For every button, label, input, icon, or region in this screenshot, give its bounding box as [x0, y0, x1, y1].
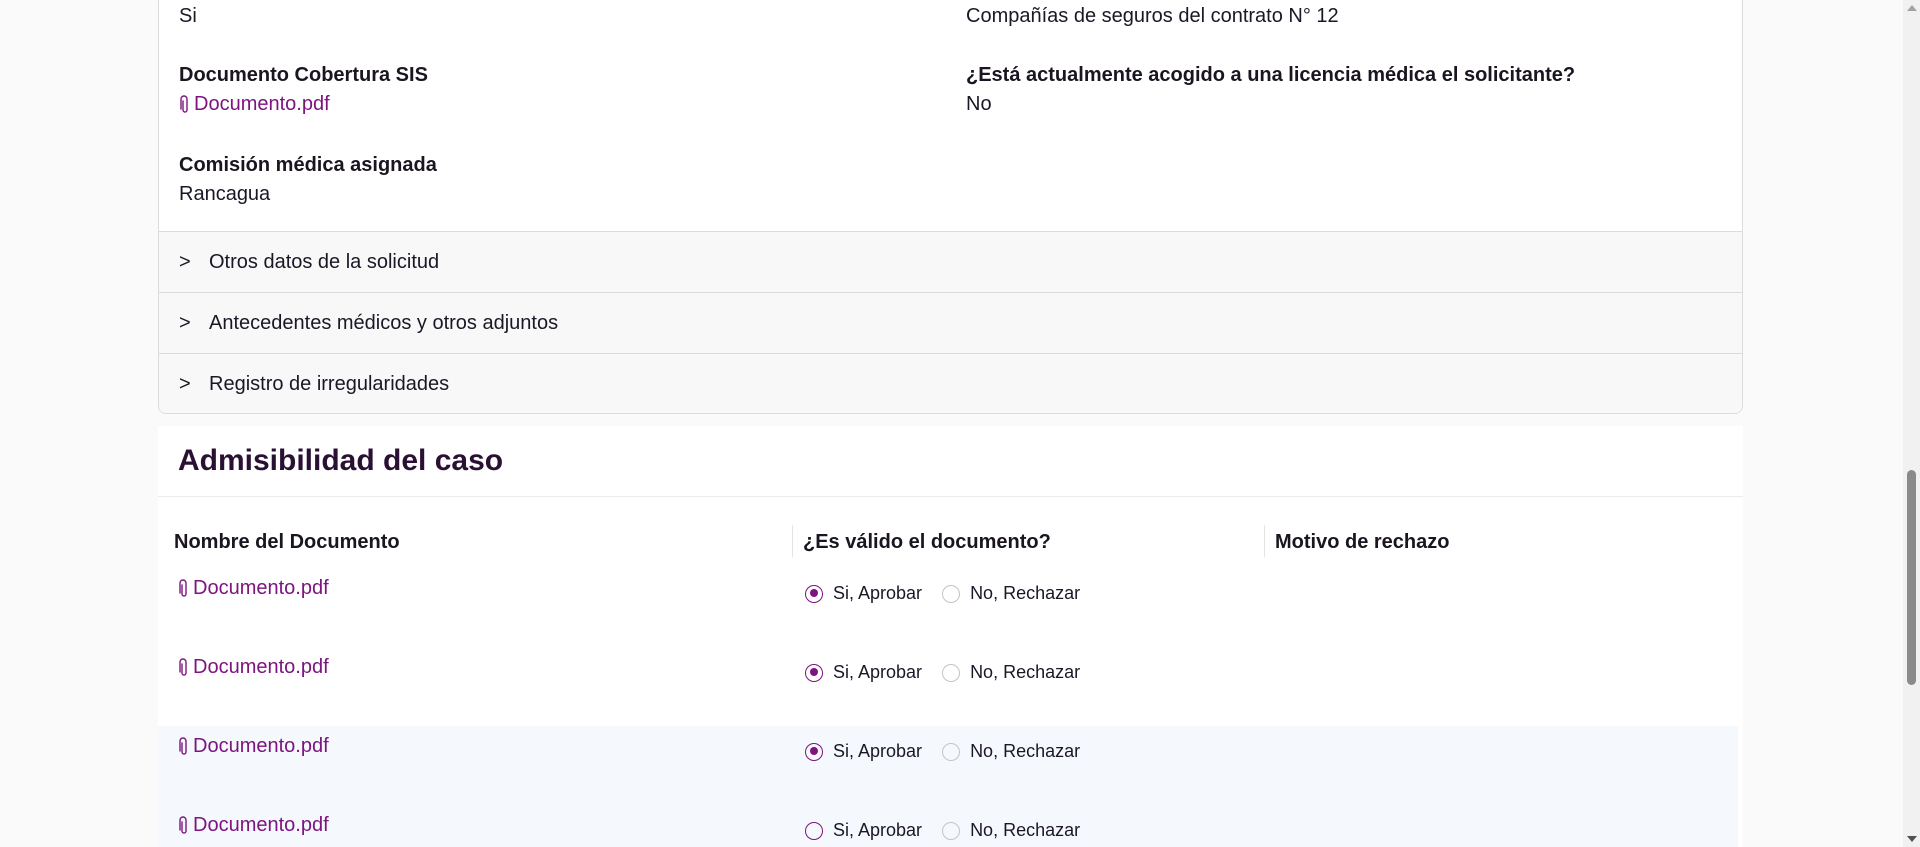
approve-label: Si, Aprobar — [833, 662, 923, 682]
paperclip-icon — [179, 815, 187, 834]
scroll-up-arrow-icon[interactable] — [1907, 5, 1917, 11]
field-value: No — [966, 93, 992, 115]
table-row: Documento.pdf Si, Aprobar No, Rechazar — [158, 726, 1738, 805]
field-label: Documento Cobertura SIS — [179, 64, 428, 86]
cell-validacion: Si, Aprobar No, Rechazar — [793, 577, 1265, 656]
paperclip-icon — [179, 657, 187, 676]
document-link[interactable]: Documento.pdf — [178, 735, 329, 758]
chevron-right-icon: > — [179, 311, 191, 334]
chevron-right-icon: > — [179, 250, 191, 273]
approve-radio[interactable]: Si, Aprobar — [805, 741, 922, 762]
field-row0-right: Compañías de seguros del contrato N° 12 — [966, 5, 1339, 28]
approve-label: Si, Aprobar — [833, 820, 923, 840]
cell-document: Documento.pdf — [158, 805, 793, 847]
table-row: Documento.pdf Si, Aprobar No, Rechazar — [158, 577, 1738, 656]
cell-document: Documento.pdf — [158, 577, 793, 656]
column-header-valido: ¿Es válido el documento? — [803, 531, 1051, 553]
cell-validacion: Si, Aprobar No, Rechazar — [793, 656, 1265, 735]
radio-unselected-icon[interactable] — [942, 821, 961, 840]
approve-label: Si, Aprobar — [833, 741, 923, 761]
column-divider — [792, 525, 793, 557]
reject-radio[interactable]: No, Rechazar — [942, 662, 1080, 683]
validation-radio-group: Si, Aprobar No, Rechazar — [805, 583, 1080, 604]
paperclip-icon — [179, 736, 187, 755]
paperclip-icon — [180, 94, 188, 113]
approve-label: Si, Aprobar — [833, 583, 923, 603]
document-link[interactable]: Documento.pdf — [178, 577, 329, 600]
paperclip-icon — [179, 578, 187, 597]
admisibilidad-table: Nombre del Documento ¿Es válido el docum… — [158, 496, 1743, 847]
accordion-label: Antecedentes médicos y otros adjuntos — [209, 311, 559, 334]
column-header-motivo: Motivo de rechazo — [1275, 531, 1450, 553]
column-header-nombre: Nombre del Documento — [174, 531, 400, 553]
document-link-text[interactable]: Documento.pdf — [193, 814, 329, 837]
reject-radio[interactable]: No, Rechazar — [942, 741, 1080, 762]
radio-unselected-icon[interactable] — [805, 821, 823, 840]
cell-document: Documento.pdf — [158, 726, 793, 805]
section-title: Admisibilidad del caso — [178, 444, 504, 477]
validation-radio-group: Si, Aprobar No, Rechazar — [805, 741, 1080, 762]
reject-label: No, Rechazar — [970, 741, 1081, 761]
reject-label: No, Rechazar — [970, 820, 1081, 840]
cell-motivo — [1265, 805, 1738, 847]
vertical-scrollbar[interactable] — [1903, 0, 1920, 847]
admisibilidad-header: Admisibilidad del caso — [158, 426, 1743, 496]
approve-radio[interactable]: Si, Aprobar — [805, 583, 922, 604]
radio-selected-icon[interactable] — [805, 584, 823, 603]
document-link-text[interactable]: Documento.pdf — [193, 577, 329, 600]
document-link[interactable]: Documento.pdf — [178, 656, 329, 679]
cell-document: Documento.pdf — [158, 656, 793, 735]
radio-unselected-icon[interactable] — [942, 742, 961, 761]
accordion-label: Registro de irregularidades — [209, 372, 450, 395]
scroll-down-arrow-icon[interactable] — [1907, 836, 1917, 842]
reject-label: No, Rechazar — [970, 583, 1081, 603]
accordion-otros-datos[interactable]: > Otros datos de la solicitud — [159, 231, 1742, 292]
field-documento-cobertura: Documento Cobertura SIS Documento.pdf — [179, 64, 428, 121]
reject-radio[interactable]: No, Rechazar — [942, 820, 1080, 841]
radio-selected-icon[interactable] — [805, 742, 823, 761]
field-row0-left: Si — [179, 5, 197, 28]
cell-motivo — [1265, 726, 1738, 805]
cell-motivo — [1265, 577, 1738, 656]
accordion-label: Otros datos de la solicitud — [209, 250, 440, 273]
accordion-registro-irregularidades[interactable]: > Registro de irregularidades — [159, 353, 1742, 413]
document-link[interactable]: Documento.pdf — [179, 93, 330, 116]
accordion-antecedentes-medicos[interactable]: > Antecedentes médicos y otros adjuntos — [159, 292, 1742, 353]
document-link-text[interactable]: Documento.pdf — [194, 93, 330, 116]
approve-radio[interactable]: Si, Aprobar — [805, 820, 922, 841]
solicitud-details-card: Si Compañías de seguros del contrato N° … — [158, 0, 1743, 414]
reject-radio[interactable]: No, Rechazar — [942, 583, 1080, 604]
field-comision-medica: Comisión médica asignada Rancagua — [179, 154, 437, 206]
field-value: Si — [179, 5, 197, 27]
approve-radio[interactable]: Si, Aprobar — [805, 662, 922, 683]
field-value: Compañías de seguros del contrato N° 12 — [966, 5, 1339, 27]
radio-selected-icon[interactable] — [805, 663, 823, 682]
chevron-right-icon: > — [179, 372, 191, 395]
document-link-text[interactable]: Documento.pdf — [193, 735, 329, 758]
field-value: Rancagua — [179, 183, 271, 205]
field-label: Comisión médica asignada — [179, 154, 437, 176]
cell-motivo — [1265, 656, 1738, 735]
reject-label: No, Rechazar — [970, 662, 1081, 682]
table-row: Documento.pdf Si, Aprobar No, Rechazar — [158, 805, 1738, 847]
document-link-text[interactable]: Documento.pdf — [193, 656, 329, 679]
table-row: Documento.pdf Si, Aprobar No, Rechazar — [158, 656, 1738, 735]
radio-unselected-icon[interactable] — [942, 663, 961, 682]
cell-validacion: Si, Aprobar No, Rechazar — [793, 805, 1265, 847]
column-divider — [1264, 525, 1265, 557]
cell-validacion: Si, Aprobar No, Rechazar — [793, 726, 1265, 805]
document-link[interactable]: Documento.pdf — [178, 814, 329, 837]
validation-radio-group: Si, Aprobar No, Rechazar — [805, 820, 1080, 841]
field-licencia-medica: ¿Está actualmente acogido a una licencia… — [966, 64, 1575, 116]
field-label: ¿Está actualmente acogido a una licencia… — [966, 64, 1576, 86]
validation-radio-group: Si, Aprobar No, Rechazar — [805, 662, 1080, 683]
scrollbar-thumb[interactable] — [1907, 470, 1916, 685]
radio-unselected-icon[interactable] — [942, 584, 961, 603]
